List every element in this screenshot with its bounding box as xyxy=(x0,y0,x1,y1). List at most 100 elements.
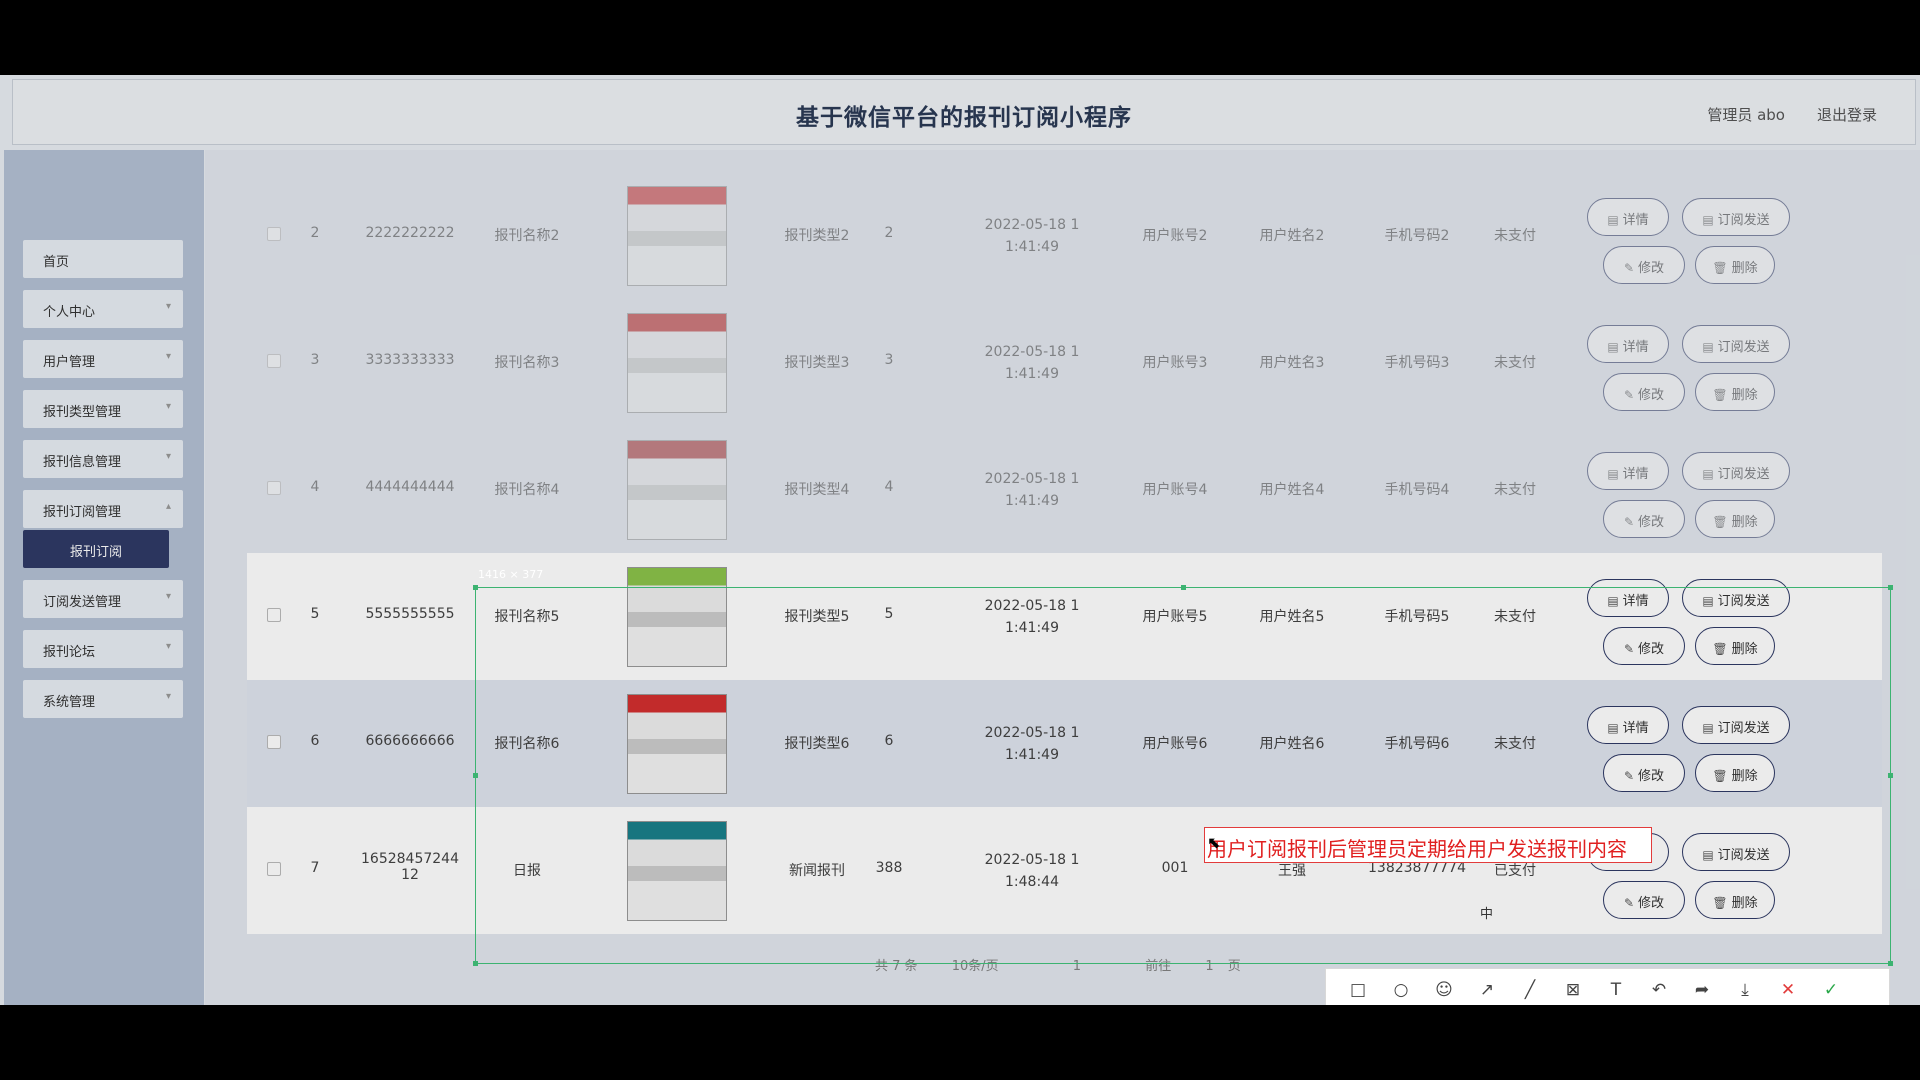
file-icon: ▤ xyxy=(1607,213,1619,227)
delete-button[interactable]: 🗑 删除 xyxy=(1695,754,1775,792)
delete-button[interactable]: 🗑 删除 xyxy=(1695,246,1775,284)
arrow-icon[interactable]: ↗ xyxy=(1475,978,1499,1002)
total-count: 共 7 条 xyxy=(875,959,918,974)
sidebar-item-home[interactable]: 首页 xyxy=(23,240,183,278)
chevron-down-icon: ▾ xyxy=(165,351,171,362)
sidebar-item-label: 系统管理 xyxy=(43,695,96,710)
trash-icon: 🗑 xyxy=(1712,769,1728,783)
newspaper-type: 报刊类型6 xyxy=(784,736,850,752)
order-number: 4444444444 xyxy=(365,479,455,495)
confirm-icon[interactable]: ✓ xyxy=(1819,978,1843,1002)
pencil-icon: ✎ xyxy=(1623,261,1635,275)
logout-link[interactable]: 退出登录 xyxy=(1817,104,1877,125)
pay-status: 未支付 xyxy=(1494,228,1536,244)
sidebar-subitem-subscription[interactable]: 报刊订阅 xyxy=(23,530,169,568)
sidebar-item-profile[interactable]: 个人中心 ▾ xyxy=(23,290,183,328)
row-checkbox[interactable] xyxy=(267,481,281,495)
detail-button[interactable]: ▤详情 xyxy=(1587,325,1669,363)
chevron-up-icon: ▴ xyxy=(165,501,171,512)
table-row: 2 2222222222 报刊名称2 报刊类型2 2 2022-05-18 1 1:41:4… xyxy=(247,172,1882,299)
undo-icon[interactable]: ↶ xyxy=(1647,978,1671,1002)
sidebar-item-label: 报刊信息管理 xyxy=(43,455,122,470)
newspaper-type: 报刊类型3 xyxy=(784,355,850,371)
button-label: 详情 xyxy=(1622,213,1649,228)
send-button[interactable]: ▤ 订阅发送 xyxy=(1682,833,1790,871)
detail-button[interactable]: ▤详情 xyxy=(1587,706,1669,744)
chevron-down-icon: ▾ xyxy=(165,591,171,602)
edit-button[interactable]: ✎ 修改 xyxy=(1603,754,1685,792)
edit-button[interactable]: ✎ 修改 xyxy=(1603,881,1685,919)
file-icon: ▤ xyxy=(1607,594,1619,608)
user-name: 用户姓名2 xyxy=(1259,228,1325,244)
text-icon[interactable]: T xyxy=(1604,978,1628,1002)
row-index: 5 xyxy=(310,606,320,622)
detail-button[interactable]: ▤详情 xyxy=(1587,579,1669,617)
user-account: 用户账号2 xyxy=(1142,228,1208,244)
ime-indicator[interactable]: 中 xyxy=(1480,907,1493,922)
newspaper-name: 报刊名称6 xyxy=(494,736,560,752)
pencil-icon: ✎ xyxy=(1623,642,1635,656)
blur-icon[interactable]: ⊠ xyxy=(1561,978,1585,1002)
send-button[interactable]: ▤ 订阅发送 xyxy=(1682,706,1790,744)
row-checkbox[interactable] xyxy=(267,735,281,749)
delete-button[interactable]: 🗑 删除 xyxy=(1695,373,1775,411)
edit-button[interactable]: ✎ 修改 xyxy=(1603,627,1685,665)
edit-button[interactable]: ✎ 修改 xyxy=(1603,373,1685,411)
row-checkbox[interactable] xyxy=(267,608,281,622)
delete-button[interactable]: 🗑 删除 xyxy=(1695,881,1775,919)
goto-input[interactable]: 1 xyxy=(1205,959,1213,974)
detail-button[interactable]: ▤详情 xyxy=(1587,198,1669,236)
edit-button[interactable]: ✎ 修改 xyxy=(1603,500,1685,538)
delete-button[interactable]: 🗑 删除 xyxy=(1695,627,1775,665)
row-index: 6 xyxy=(310,733,320,749)
close-icon[interactable]: ✕ xyxy=(1776,978,1800,1002)
send-button[interactable]: ▤ 订阅发送 xyxy=(1682,579,1790,617)
button-label: 删除 xyxy=(1731,896,1758,911)
page-size-select[interactable]: 10条/页 xyxy=(952,959,999,974)
app-window: 基于微信平台的报刊订阅小程序 管理员 abo 退出登录 首页 个人中心 ▾ 用户管… xyxy=(0,75,1920,1005)
edit-button[interactable]: ✎ 修改 xyxy=(1603,246,1685,284)
sidebar-item-users[interactable]: 用户管理 ▾ xyxy=(23,340,183,378)
rect-icon[interactable]: □ xyxy=(1346,978,1370,1002)
button-label: 订阅发送 xyxy=(1717,213,1770,228)
button-label: 修改 xyxy=(1638,515,1665,530)
sidebar-item-info[interactable]: 报刊信息管理 ▾ xyxy=(23,440,183,478)
sidebar-item-forum[interactable]: 报刊论坛 ▾ xyxy=(23,630,183,668)
row-checkbox[interactable] xyxy=(267,354,281,368)
send-button[interactable]: ▤ 订阅发送 xyxy=(1682,452,1790,490)
share-icon[interactable]: ➦ xyxy=(1690,978,1714,1002)
chevron-down-icon: ▾ xyxy=(165,641,171,652)
button-label: 删除 xyxy=(1731,642,1758,657)
sidebar-item-system[interactable]: 系统管理 ▾ xyxy=(23,680,183,718)
sidebar-item-label: 首页 xyxy=(43,255,70,270)
page-number[interactable]: 1 xyxy=(1073,959,1081,974)
trash-icon: 🗑 xyxy=(1712,896,1728,910)
ellipse-icon[interactable]: ○ xyxy=(1389,978,1413,1002)
pay-status: 未支付 xyxy=(1494,355,1536,371)
pay-status: 未支付 xyxy=(1494,609,1536,625)
detail-button[interactable]: ▤详情 xyxy=(1587,452,1669,490)
row-checkbox[interactable] xyxy=(267,227,281,241)
button-label: 订阅发送 xyxy=(1717,721,1770,736)
newspaper-type: 报刊类型5 xyxy=(784,609,850,625)
newspaper-thumbnail xyxy=(627,440,727,540)
user-name: 用户姓名5 xyxy=(1259,609,1325,625)
send-button[interactable]: ▤ 订阅发送 xyxy=(1682,325,1790,363)
subscribe-time: 2022-05-18 1 1:41:49 xyxy=(984,598,1080,636)
mosaic-icon[interactable]: ☺ xyxy=(1432,978,1456,1002)
pen-icon[interactable]: ╱ xyxy=(1518,978,1542,1002)
sidebar-item-types[interactable]: 报刊类型管理 ▾ xyxy=(23,390,183,428)
text-annotation[interactable]: 用户订阅报刊后管理员定期给用户发送报刊内容 xyxy=(1204,827,1652,863)
pagination: 共 7 条 10条/页 1 前往 1 页 xyxy=(875,955,1271,974)
save-icon[interactable]: ⤓ xyxy=(1733,978,1757,1002)
sidebar-item-send[interactable]: 订阅发送管理 ▾ xyxy=(23,580,183,618)
delete-button[interactable]: 🗑 删除 xyxy=(1695,500,1775,538)
button-label: 详情 xyxy=(1622,340,1649,355)
chevron-down-icon: ▾ xyxy=(165,451,171,462)
file-icon: ▤ xyxy=(1702,340,1714,354)
sidebar-item-subscriptions[interactable]: 报刊订阅管理 ▴ xyxy=(23,490,183,528)
send-button[interactable]: ▤ 订阅发送 xyxy=(1682,198,1790,236)
subscribe-time: 2022-05-18 1 1:48:44 xyxy=(984,852,1080,890)
trash-icon: 🗑 xyxy=(1712,515,1728,529)
row-checkbox[interactable] xyxy=(267,862,281,876)
